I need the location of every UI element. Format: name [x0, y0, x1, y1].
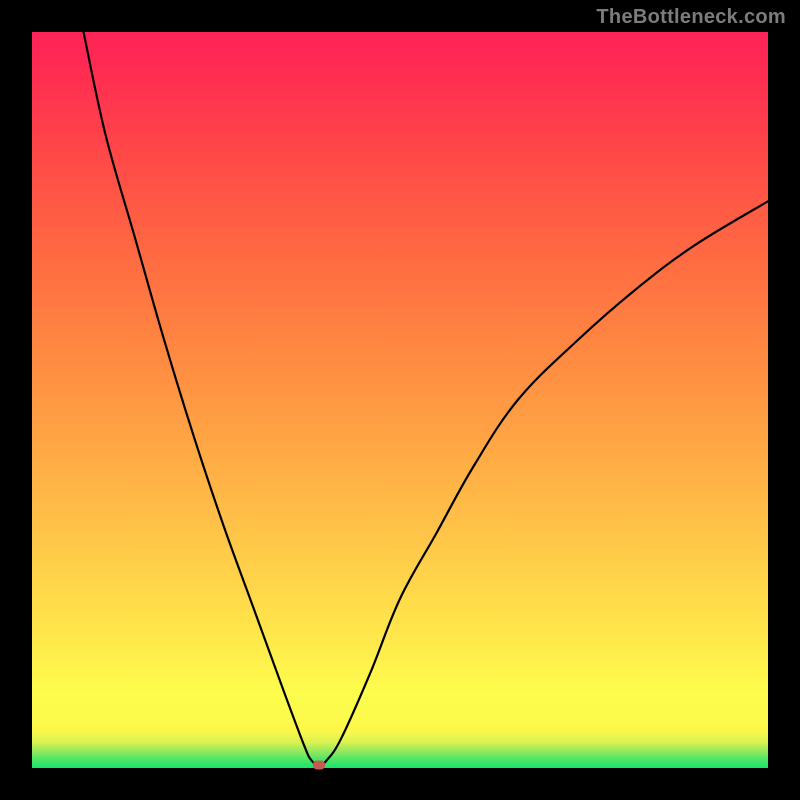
plot-area [32, 32, 768, 768]
min-marker [313, 761, 325, 770]
chart-frame: TheBottleneck.com [0, 0, 800, 800]
curve-svg [32, 32, 768, 768]
bottleneck-curve [84, 32, 768, 765]
watermark-text: TheBottleneck.com [596, 6, 786, 29]
